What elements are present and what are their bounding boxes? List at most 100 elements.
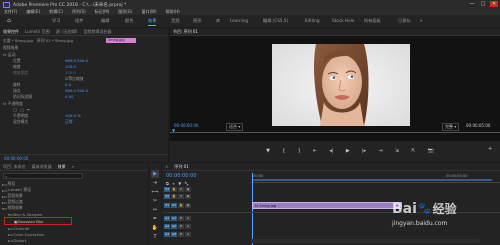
step-forward-button[interactable]: |▸ (362, 148, 366, 154)
pen-mask-icon[interactable]: ✒ (27, 107, 30, 112)
param-value[interactable]: 正常 (65, 119, 73, 125)
track-lock-icon[interactable]: 🔒 (171, 186, 177, 192)
timeline-clip[interactable]: fx Smng.jpg (252, 202, 402, 209)
param-row[interactable]: 锚点 960.0 540.0 (3, 88, 165, 94)
eye-icon[interactable]: ◉ (185, 202, 191, 208)
pen-tool-icon[interactable]: ✒ (151, 215, 159, 223)
program-scrubber[interactable] (170, 132, 500, 133)
tab-media-browser[interactable]: 媒体浏览器 (32, 164, 52, 170)
slip-tool-icon[interactable]: ↔ (151, 206, 159, 214)
tab-source[interactable]: 源: (无剪辑) (56, 29, 78, 35)
effect-controls-timecode[interactable]: 00:00:00:00 (4, 156, 28, 161)
close-sequence-icon[interactable]: × (165, 164, 168, 169)
quality-dropdown[interactable]: 完整 ▾ (442, 123, 460, 131)
hand-tool-icon[interactable]: ✋ (151, 224, 159, 232)
param-row[interactable]: 旋转 0.0 (3, 82, 165, 88)
workspace-tab[interactable]: 组件 (75, 15, 83, 27)
source-patch-button[interactable]: V2 (164, 193, 170, 199)
playhead-icon[interactable]: ▼ (172, 129, 176, 133)
workspace-tab[interactable]: Stock Hele (332, 15, 354, 27)
workspace-tab[interactable]: 学习 (52, 15, 60, 27)
go-to-out-button[interactable]: ⇥ (378, 148, 382, 154)
param-value[interactable]: 960.0 540.0 (65, 58, 88, 63)
workspace-tab[interactable]: Editing (305, 15, 320, 27)
param-row[interactable]: 不透明度 100.0 % (3, 113, 165, 119)
work-area-bar[interactable] (252, 179, 492, 181)
program-timecode-left[interactable]: 00:00:00:00 (174, 123, 198, 128)
razor-tool-icon[interactable]: ✂ (151, 197, 159, 205)
timeline-playhead[interactable] (252, 173, 253, 245)
source-patch-button[interactable]: A3 (164, 231, 170, 237)
param-value[interactable]: 960.0 540.0 (65, 88, 88, 93)
workspace-tab[interactable]: 编辑 (101, 15, 109, 27)
source-patch-button[interactable]: A2 (164, 223, 170, 229)
param-row[interactable]: 缩放 100.0 (3, 64, 165, 70)
list-item[interactable]: ▸▭ Distort (2, 237, 148, 243)
source-patch-button[interactable]: A1 (164, 215, 170, 221)
param-row[interactable]: 混合模式 正常 (3, 119, 165, 124)
export-frame-button[interactable]: 📷 (428, 148, 434, 154)
source-patch-button[interactable]: V1 (164, 202, 170, 208)
workspace-tab[interactable]: 已保存 (398, 15, 411, 27)
rectangle-mask-icon[interactable]: □ (20, 107, 24, 112)
solo-button[interactable]: S (185, 231, 191, 237)
workspace-tab[interactable]: 所有面板 (364, 15, 381, 27)
workspace-tab[interactable]: 颜色 (125, 15, 133, 27)
eye-icon[interactable]: ◉ (185, 193, 191, 199)
param-value[interactable]: 0.0 (65, 82, 71, 87)
workspace-tab[interactable]: Learning (230, 15, 248, 27)
ripple-edit-tool-icon[interactable]: ⟺ (151, 188, 159, 196)
workspace-tab[interactable]: 图形 (193, 15, 201, 27)
param-value[interactable]: 0.00 (65, 94, 73, 99)
add-marker-button[interactable]: ▼ (266, 148, 270, 154)
param-row[interactable]: fx 不透明度 (3, 101, 165, 106)
param-row[interactable]: 防闪烁滤镜 0.00 (3, 94, 165, 100)
workspace-tab[interactable]: 编辑 (CS5.5) (263, 15, 288, 27)
tab-more[interactable]: » (72, 164, 74, 169)
timeline-timecode[interactable]: 00:00:00:00 (166, 173, 197, 179)
tab-project[interactable]: 项目: 未命名 (3, 164, 26, 170)
button-editor-button[interactable]: + (488, 146, 492, 152)
param-row[interactable]: 缩放宽度 100.0 (3, 70, 165, 76)
track-lock-icon[interactable]: 🔒 (178, 202, 184, 208)
track-target-button[interactable]: A3 (171, 231, 177, 237)
time-ruler[interactable]: :00:00 00:00:05:00 (250, 173, 500, 183)
tab-lumetri-scopes[interactable]: Lumetri 范围 (25, 29, 50, 35)
mute-button[interactable]: M (178, 215, 184, 221)
eye-icon[interactable]: ◉ (185, 186, 191, 192)
close-button[interactable]: ✕ (490, 1, 498, 7)
step-back-button[interactable]: ◂| (329, 148, 333, 154)
sync-lock-icon[interactable]: ⇌ (178, 186, 184, 192)
mute-button[interactable]: M (178, 223, 184, 229)
track-lock-icon[interactable]: 🔒 (171, 193, 177, 199)
param-value[interactable]: 100.0 (65, 64, 76, 69)
workspace-tab[interactable]: 音频 (171, 15, 179, 27)
type-tool-icon[interactable]: T (151, 233, 159, 241)
fit-dropdown[interactable]: 适合 ▾ (226, 123, 244, 131)
workspace-tab[interactable]: 库 (216, 15, 220, 27)
sequence-tab[interactable]: 序列 01 (174, 164, 188, 170)
solo-button[interactable]: S (185, 215, 191, 221)
go-to-in-button[interactable]: ⇤ (313, 148, 317, 154)
effects-search-input[interactable]: ⌕ (3, 173, 83, 179)
track-select-tool-icon[interactable]: ⇥ (151, 179, 159, 187)
lift-button[interactable]: ⇲ (395, 148, 399, 154)
mute-button[interactable]: M (178, 231, 184, 237)
mark-out-button[interactable]: } (298, 148, 301, 154)
mark-in-button[interactable]: { (282, 148, 285, 154)
effect-gaussian-blur[interactable]: ▣ Gaussian Blur (2, 218, 148, 224)
solo-button[interactable]: S (185, 223, 191, 229)
minimize-button[interactable]: — (468, 1, 476, 7)
track-target-button[interactable]: V1 (171, 202, 177, 208)
track-target-button[interactable]: A2 (171, 223, 177, 229)
play-button[interactable]: ▶ (346, 148, 350, 154)
extract-button[interactable]: ⇱ (411, 148, 415, 154)
tab-effect-controls[interactable]: 效果控件 (3, 29, 19, 35)
more-workspaces-icon[interactable]: » (420, 15, 423, 27)
param-row[interactable]: fx 运动 (3, 52, 165, 57)
source-patch-button[interactable]: V3 (164, 186, 170, 192)
maximize-button[interactable]: □ (479, 1, 487, 7)
selection-tool-icon[interactable]: ▶ (151, 170, 159, 178)
track-target-button[interactable]: A1 (171, 215, 177, 221)
workspace-tab-active[interactable]: 效果 (148, 15, 157, 27)
